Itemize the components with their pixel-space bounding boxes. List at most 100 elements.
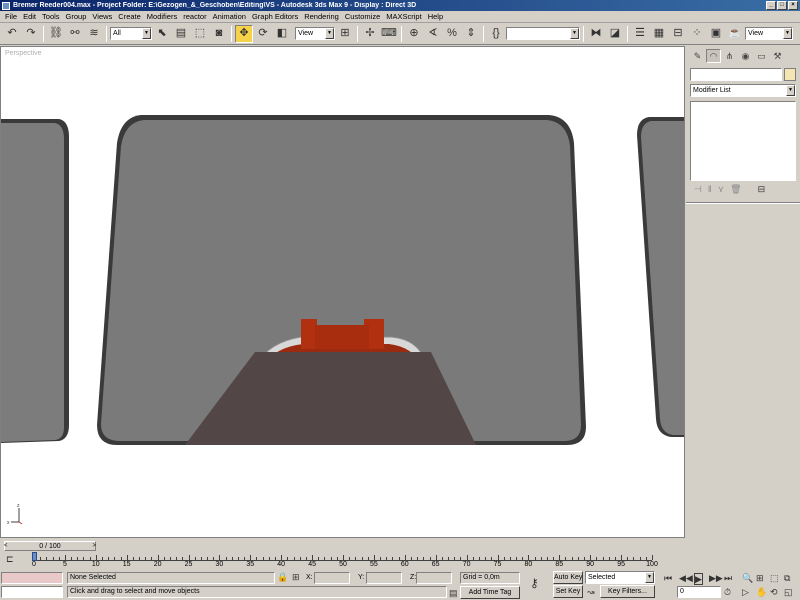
key-filters-button[interactable]: Key Filters... bbox=[600, 585, 655, 598]
select-and-move-button[interactable]: ✥ bbox=[235, 24, 253, 43]
menu-create[interactable]: Create bbox=[115, 12, 144, 21]
select-and-scale-button[interactable]: ◧ bbox=[273, 25, 291, 43]
undo-button[interactable]: ↶ bbox=[3, 25, 21, 43]
key-selection-dropdown[interactable]: Selected ▼ bbox=[585, 571, 655, 584]
schematic-view-button[interactable]: ⊟ bbox=[669, 25, 687, 43]
next-frame-icon[interactable]: ▶▶ bbox=[709, 573, 723, 583]
goto-end-icon[interactable]: ⏭ bbox=[724, 573, 732, 583]
menu-reactor[interactable]: reactor bbox=[180, 12, 209, 21]
set-key-button[interactable]: Set Key bbox=[553, 585, 583, 598]
rect-selection-button[interactable]: ⬚ bbox=[191, 25, 209, 43]
tab-hierarchy[interactable]: ⋔ bbox=[722, 49, 737, 63]
curve-editor-button[interactable]: ▦ bbox=[650, 25, 668, 43]
auto-key-button[interactable]: Auto Key bbox=[553, 571, 583, 584]
align-button[interactable]: ◪ bbox=[606, 25, 624, 43]
keyboard-shortcut-toggle[interactable]: ⌨ bbox=[380, 25, 398, 43]
menu-maxscript[interactable]: MAXScript bbox=[383, 12, 424, 21]
next-frame-icon[interactable]: > bbox=[92, 542, 96, 551]
maximize-button[interactable]: □ bbox=[777, 1, 787, 10]
named-selection-dropdown[interactable]: ▼ bbox=[506, 27, 580, 40]
open-mini-curve-editor-icon[interactable]: ⊏ bbox=[6, 554, 14, 564]
object-name-field[interactable] bbox=[690, 68, 782, 81]
default-in-out-tangents-icon[interactable]: ↝ bbox=[587, 587, 595, 597]
spinner-snap-toggle[interactable]: ⇕ bbox=[462, 25, 480, 43]
menu-modifiers[interactable]: Modifiers bbox=[144, 12, 180, 21]
menu-graph-editors[interactable]: Graph Editors bbox=[249, 12, 301, 21]
tab-create[interactable]: ✎ bbox=[690, 49, 705, 63]
pin-stack-icon[interactable]: ⊣ bbox=[694, 184, 702, 195]
render-scene-button[interactable]: ▣ bbox=[707, 25, 725, 43]
maxscript-input[interactable] bbox=[1, 586, 63, 598]
goto-start-icon[interactable]: ⏮ bbox=[664, 573, 672, 583]
menu-rendering[interactable]: Rendering bbox=[301, 12, 342, 21]
layer-manager-button[interactable]: ☰ bbox=[631, 25, 649, 43]
menu-group[interactable]: Group bbox=[63, 12, 90, 21]
maxscript-listener-mini[interactable] bbox=[1, 572, 63, 584]
menu-help[interactable]: Help bbox=[425, 12, 446, 21]
bind-space-warp-button[interactable]: ≋ bbox=[85, 25, 103, 43]
zoom-icon[interactable]: 🔍 bbox=[742, 573, 753, 583]
select-and-link-button[interactable]: ⛓ bbox=[47, 25, 65, 43]
zoom-extents-icon[interactable]: ⬚ bbox=[770, 573, 779, 583]
track-bar[interactable]: ⊏ 0 5 10 15 20 25 30 35 40 45 50 55 60 65 70 75 80 85 90 95… bbox=[0, 552, 686, 570]
configure-modifier-sets-icon[interactable]: ⊟ bbox=[758, 184, 766, 195]
unlink-button[interactable]: ⚯ bbox=[66, 25, 84, 43]
redo-button[interactable]: ↷ bbox=[22, 25, 40, 43]
angle-snap-toggle[interactable]: ∢ bbox=[424, 25, 442, 43]
maximize-viewport-icon[interactable]: ◱ bbox=[784, 587, 793, 597]
tab-motion[interactable]: ◉ bbox=[738, 49, 753, 63]
arc-rotate-icon[interactable]: ⟲ bbox=[770, 587, 778, 597]
z-coordinate-field[interactable] bbox=[416, 572, 452, 584]
field-of-view-icon[interactable]: ▷ bbox=[742, 587, 749, 597]
zoom-all-icon[interactable]: ⊞ bbox=[756, 573, 764, 583]
render-type-dropdown[interactable]: View ▼ bbox=[745, 27, 793, 40]
current-frame-field[interactable]: 0 bbox=[677, 586, 721, 598]
make-unique-icon[interactable]: ⋎ bbox=[718, 184, 725, 195]
play-icon[interactable]: ▶ bbox=[694, 573, 703, 585]
previous-frame-icon[interactable]: ◀◀ bbox=[679, 573, 693, 583]
tab-display[interactable]: ▭ bbox=[754, 49, 769, 63]
menu-tools[interactable]: Tools bbox=[39, 12, 63, 21]
edit-named-selection-button[interactable]: {} bbox=[487, 25, 505, 43]
selection-filter-dropdown[interactable]: All ▼ bbox=[110, 27, 152, 40]
material-editor-button[interactable]: ⁘ bbox=[688, 25, 706, 43]
object-color-swatch[interactable] bbox=[784, 68, 796, 81]
reference-coord-dropdown[interactable]: View ▼ bbox=[295, 27, 335, 40]
select-by-name-button[interactable]: ▤ bbox=[172, 25, 190, 43]
absolute-mode-icon[interactable]: ⊞ bbox=[292, 572, 300, 582]
time-slider[interactable]: < 0 / 100 > bbox=[4, 541, 96, 551]
modifier-stack[interactable] bbox=[690, 101, 796, 181]
current-frame-marker[interactable] bbox=[32, 552, 37, 561]
zoom-extents-all-icon[interactable]: ⧉ bbox=[784, 573, 790, 583]
tab-utilities[interactable]: ⚒ bbox=[770, 49, 785, 63]
menu-file[interactable]: File bbox=[2, 12, 20, 21]
minimize-button[interactable]: _ bbox=[766, 1, 776, 10]
prev-frame-icon[interactable]: < bbox=[4, 542, 8, 551]
window-crossing-button[interactable]: ◙ bbox=[210, 25, 228, 43]
menu-views[interactable]: Views bbox=[89, 12, 115, 21]
time-configuration-icon[interactable]: ⏱ bbox=[724, 587, 731, 597]
mirror-button[interactable]: ⧓ bbox=[587, 25, 605, 43]
tab-modify[interactable]: ◠ bbox=[706, 49, 721, 63]
perspective-viewport[interactable]: Perspective z x bbox=[0, 46, 685, 538]
show-end-result-icon[interactable]: ‖ bbox=[708, 184, 712, 195]
modifier-list-dropdown[interactable]: Modifier List ▼ bbox=[690, 84, 796, 97]
y-coordinate-field[interactable] bbox=[366, 572, 402, 584]
percent-snap-toggle[interactable]: % bbox=[443, 25, 461, 43]
pivot-center-button[interactable]: ⊞ bbox=[336, 25, 354, 43]
quick-render-button[interactable]: ☕ bbox=[726, 25, 744, 43]
select-and-manipulate-button[interactable]: ✢ bbox=[361, 25, 379, 43]
pan-hand-icon[interactable]: ✋ bbox=[756, 587, 767, 597]
remove-modifier-icon[interactable]: 🗑 bbox=[730, 184, 741, 195]
x-coordinate-field[interactable] bbox=[314, 572, 350, 584]
select-object-button[interactable]: ⬉ bbox=[153, 25, 171, 43]
menu-customize[interactable]: Customize bbox=[342, 12, 383, 21]
menu-edit[interactable]: Edit bbox=[20, 12, 39, 21]
snaps-toggle[interactable]: ⊕ bbox=[405, 25, 423, 43]
menu-animation[interactable]: Animation bbox=[210, 12, 249, 21]
add-time-tag-button[interactable]: Add Time Tag bbox=[460, 586, 520, 599]
select-and-rotate-button[interactable]: ⟳ bbox=[254, 25, 272, 43]
cursor-icon: ⬉ bbox=[157, 27, 167, 39]
lock-icon[interactable]: 🔒 bbox=[277, 572, 288, 582]
close-button[interactable]: × bbox=[788, 1, 798, 10]
